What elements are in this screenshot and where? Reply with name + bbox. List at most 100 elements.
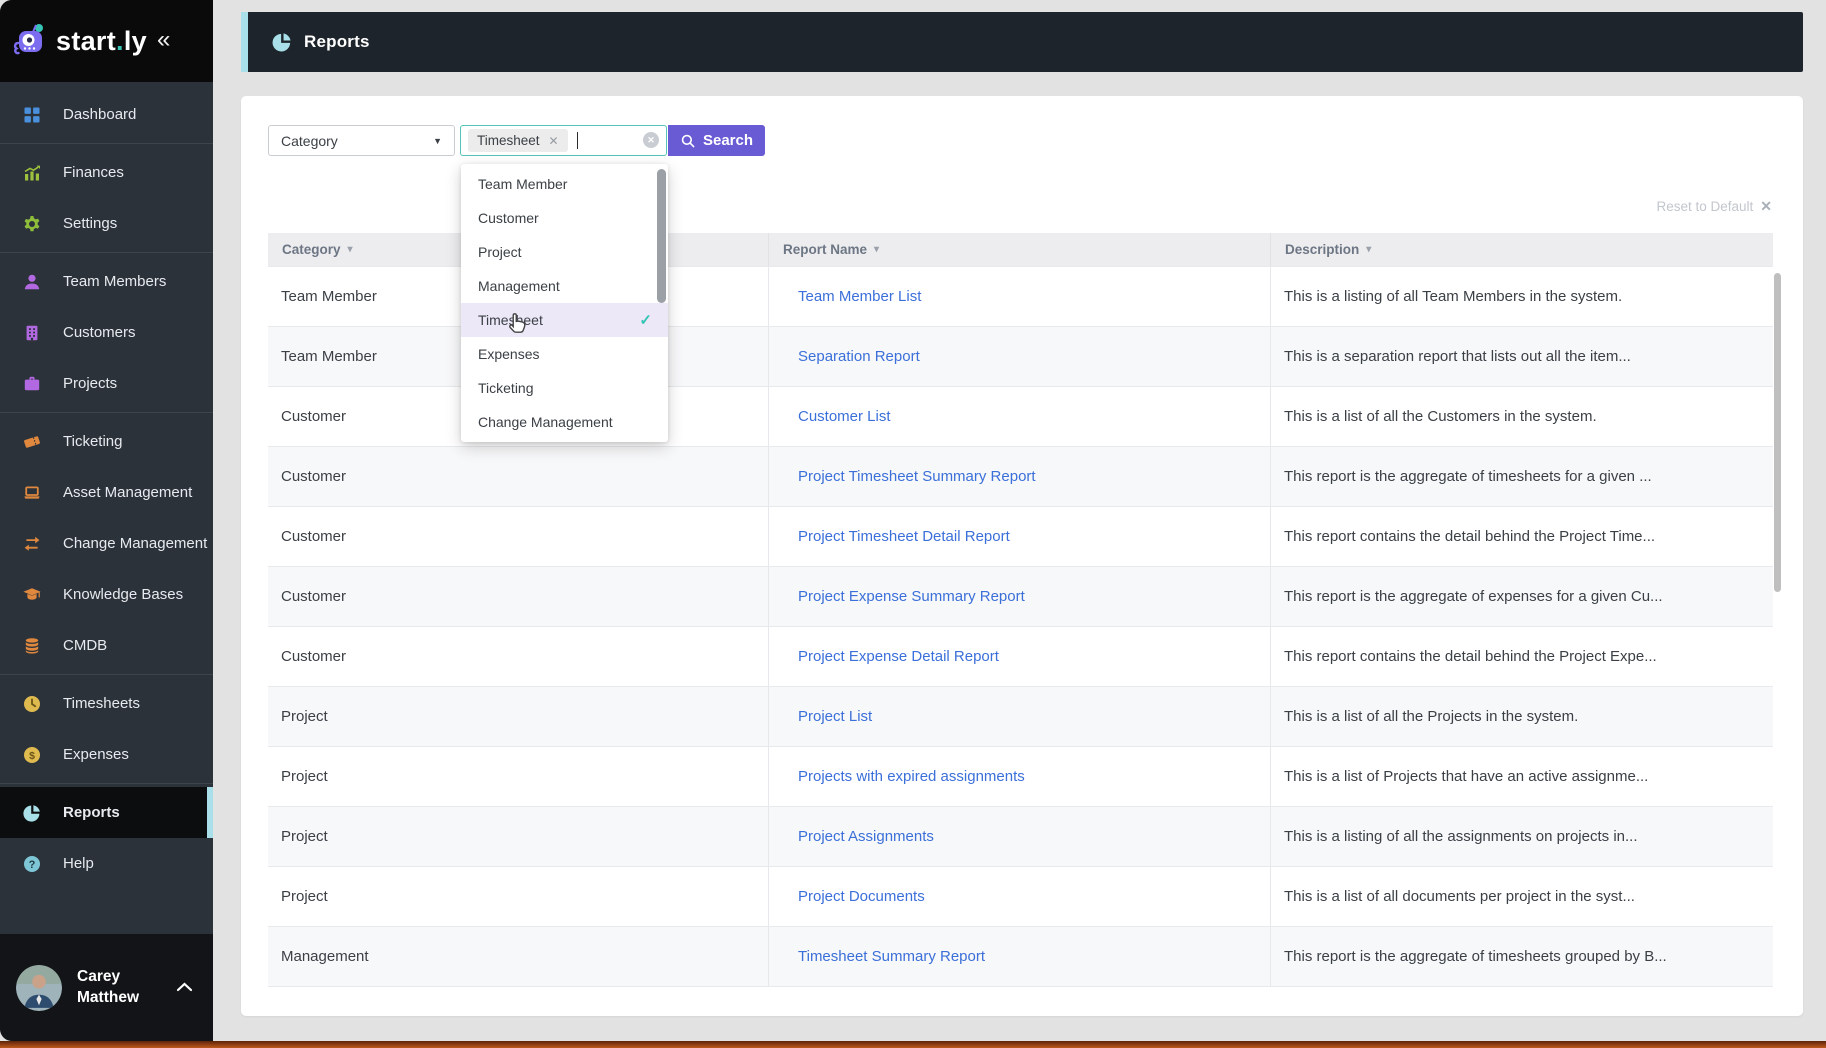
dropdown-option-label: Management: [478, 278, 560, 294]
sidebar-item-reports[interactable]: Reports: [0, 787, 213, 838]
chevron-down-icon: ▼: [433, 135, 442, 146]
dropdown-option-label: Expenses: [478, 346, 540, 362]
gear-icon: [22, 214, 42, 234]
logo[interactable]: start.ly «: [0, 0, 213, 82]
category-value-input[interactable]: Timesheet ✕ ✕: [460, 125, 667, 156]
sidebar-item-customers[interactable]: Customers: [0, 307, 213, 358]
report-link[interactable]: Project List: [798, 708, 872, 725]
help-icon: ?: [22, 854, 42, 874]
report-link[interactable]: Projects with expired assignments: [798, 768, 1025, 785]
sidebar-item-label: Help: [63, 855, 94, 872]
report-link[interactable]: Timesheet Summary Report: [798, 948, 985, 965]
reset-to-default-link[interactable]: Reset to Default ✕: [1656, 198, 1772, 215]
description-cell: This is a list of all the Customers in t…: [1284, 408, 1597, 425]
pie-icon: [22, 803, 42, 823]
dropdown-option-ticketing[interactable]: Ticketing: [461, 371, 668, 405]
clear-input-icon[interactable]: ✕: [643, 132, 659, 148]
description-cell: This report contains the detail behind t…: [1284, 648, 1657, 665]
dropdown-option-team-member[interactable]: Team Member: [461, 167, 668, 201]
sidebar: start.ly « Dashboard Finances Settings Team…: [0, 0, 213, 1041]
description-cell: This report is the aggregate of timeshee…: [1284, 468, 1652, 485]
dropdown-option-timesheet[interactable]: Timesheet ✓: [461, 303, 668, 337]
dropdown-option-expenses[interactable]: Expenses: [461, 337, 668, 371]
building-icon: [22, 323, 42, 343]
sidebar-item-ticketing[interactable]: Ticketing: [0, 416, 213, 467]
page-header: Reports: [241, 12, 1803, 72]
table-scrollbar[interactable]: [1774, 273, 1781, 592]
search-icon: [680, 133, 696, 149]
sidebar-item-label: Ticketing: [63, 433, 123, 450]
category-cell: Customer: [268, 627, 769, 686]
sidebar-item-label: Projects: [63, 375, 118, 392]
sidebar-item-change-management[interactable]: Change Management: [0, 518, 213, 569]
description-cell: This is a separation report that lists o…: [1284, 348, 1631, 365]
category-cell: Project: [268, 807, 769, 866]
category-dropdown-menu: Team Member Customer Project Management Time…: [461, 164, 668, 442]
sidebar-item-expenses[interactable]: $ Expenses: [0, 729, 213, 780]
dropdown-option-change-management[interactable]: Change Management: [461, 405, 668, 439]
report-link[interactable]: Project Assignments: [798, 828, 934, 845]
sidebar-item-knowledge-bases[interactable]: Knowledge Bases: [0, 569, 213, 620]
search-button-label: Search: [702, 132, 754, 149]
dropdown-option-label: Change Management: [478, 414, 613, 430]
report-name-cell: Team Member List: [769, 267, 1271, 326]
sidebar-item-timesheets[interactable]: Timesheets: [0, 678, 213, 729]
report-name-cell: Project Assignments: [769, 807, 1271, 866]
report-link[interactable]: Customer List: [798, 408, 891, 425]
sidebar-item-label: Dashboard: [63, 106, 137, 123]
report-link[interactable]: Team Member List: [798, 288, 921, 305]
chevron-up-icon[interactable]: [176, 979, 193, 997]
sidebar-item-projects[interactable]: Projects: [0, 358, 213, 409]
briefcase-icon: [22, 374, 42, 394]
dropdown-option-management[interactable]: Management: [461, 269, 668, 303]
gradcap-icon: [22, 585, 42, 605]
column-header-report-name[interactable]: Report Name ▾: [769, 233, 1271, 266]
sidebar-collapse-icon[interactable]: «: [157, 26, 170, 54]
chip-label: Timesheet: [477, 133, 540, 148]
chip-remove-icon[interactable]: ✕: [549, 134, 559, 148]
description-cell: This report is the aggregate of expenses…: [1284, 588, 1663, 605]
report-link[interactable]: Project Expense Detail Report: [798, 648, 999, 665]
sidebar-item-settings[interactable]: Settings: [0, 198, 213, 249]
dropdown-option-label: Ticketing: [478, 380, 534, 396]
search-button[interactable]: Search: [668, 125, 765, 156]
sidebar-item-team-members[interactable]: Team Members: [0, 256, 213, 307]
sidebar-item-cmdb[interactable]: CMDB: [0, 620, 213, 671]
sidebar-item-finances[interactable]: Finances: [0, 147, 213, 198]
brand-wordmark: start.ly: [56, 25, 147, 56]
report-link[interactable]: Separation Report: [798, 348, 920, 365]
table-row: Project Project List This is a list of all…: [268, 686, 1773, 746]
sidebar-item-label: Knowledge Bases: [63, 586, 184, 603]
category-cell: Management: [268, 927, 769, 986]
user-menu[interactable]: Carey Matthew: [0, 934, 213, 1041]
table-row: Customer Project Timesheet Detail Report T…: [268, 506, 1773, 566]
report-name-cell: Separation Report: [769, 327, 1271, 386]
user-name: Carey Matthew: [77, 968, 139, 1006]
dropdown-scrollbar[interactable]: [657, 169, 666, 303]
close-icon: ✕: [1760, 198, 1772, 214]
sidebar-item-asset-management[interactable]: Asset Management: [0, 467, 213, 518]
column-header-description[interactable]: Description ▾: [1271, 233, 1773, 266]
report-name-cell: Projects with expired assignments: [769, 747, 1271, 806]
svg-text:$: $: [29, 749, 35, 761]
dropdown-option-project[interactable]: Project: [461, 235, 668, 269]
sidebar-item-label: Settings: [63, 215, 118, 232]
person-icon: [22, 272, 42, 292]
report-link[interactable]: Project Timesheet Detail Report: [798, 528, 1010, 545]
report-link[interactable]: Project Documents: [798, 888, 925, 905]
sort-arrow-icon: ▾: [874, 244, 880, 255]
sidebar-nav: Dashboard Finances Settings Team Members Cus…: [0, 82, 213, 889]
app-window: start.ly « Dashboard Finances Settings Team…: [0, 0, 1826, 1048]
report-link[interactable]: Project Expense Summary Report: [798, 588, 1025, 605]
report-name-cell: Timesheet Summary Report: [769, 927, 1271, 986]
sidebar-item-dashboard[interactable]: Dashboard: [0, 89, 213, 140]
report-name-cell: Project Timesheet Summary Report: [769, 447, 1271, 506]
category-cell: Customer: [268, 507, 769, 566]
table-row: Project Project Assignments This is a list…: [268, 806, 1773, 866]
category-filter-select[interactable]: Category ▼: [268, 125, 455, 156]
text-caret: [576, 132, 579, 149]
sidebar-item-help[interactable]: ? Help: [0, 838, 213, 889]
report-link[interactable]: Project Timesheet Summary Report: [798, 468, 1036, 485]
grid-icon: [22, 105, 42, 125]
dropdown-option-customer[interactable]: Customer: [461, 201, 668, 235]
